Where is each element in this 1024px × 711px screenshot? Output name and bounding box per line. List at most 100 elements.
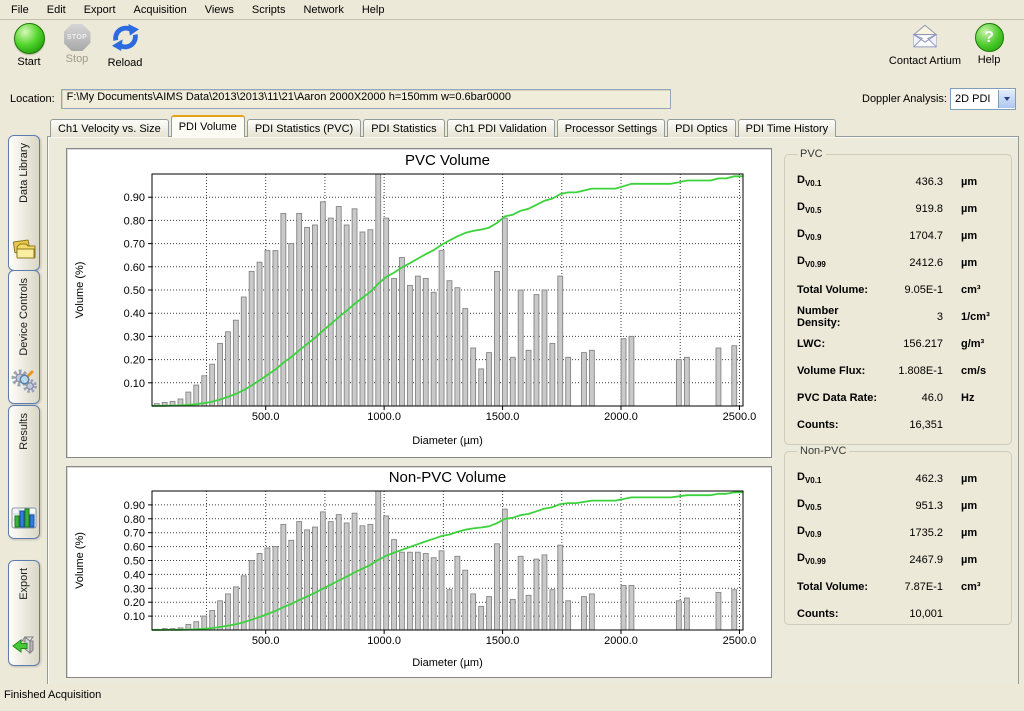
stat-value: 10,001 xyxy=(883,608,955,620)
menu-item-scripts[interactable]: Scripts xyxy=(243,2,295,18)
menu-item-file[interactable]: File xyxy=(2,2,38,18)
stat-label: PVC Data Rate: xyxy=(797,392,883,404)
stat-unit: µm xyxy=(955,500,1001,512)
sidebar-item-label: Data Library xyxy=(18,143,30,203)
svg-text:0.10: 0.10 xyxy=(124,611,145,623)
sidebar-item-data-library[interactable]: Data Library xyxy=(8,135,40,271)
tab-ch1-pdi-validation[interactable]: Ch1 PDI Validation xyxy=(447,119,555,137)
location-field[interactable]: F:\My Documents\AIMS Data\2013\2013\11\2… xyxy=(61,89,671,109)
svg-text:2000.0: 2000.0 xyxy=(604,635,638,647)
nonpvc-stats-title: Non-PVC xyxy=(797,445,849,457)
stat-unit: µm xyxy=(955,527,1001,539)
svg-text:PVC Volume: PVC Volume xyxy=(405,152,490,169)
stat-value: 1704.7 xyxy=(883,230,955,242)
stat-value: 46.0 xyxy=(883,392,955,404)
start-button[interactable]: Start xyxy=(6,23,52,68)
svg-text:0.50: 0.50 xyxy=(124,285,145,297)
svg-text:0.40: 0.40 xyxy=(124,308,145,320)
sidebar-item-device-controls[interactable]: Device Controls xyxy=(8,270,40,404)
menu-item-help[interactable]: Help xyxy=(353,2,394,18)
reload-button[interactable]: Reload xyxy=(102,23,148,69)
tab-pdi-volume[interactable]: PDI Volume xyxy=(171,115,245,137)
stat-label: Counts: xyxy=(797,608,883,620)
stat-label: DV0.99 xyxy=(797,255,883,269)
sidebar-item-results[interactable]: Results xyxy=(8,405,40,539)
doppler-analysis-label: Doppler Analysis: xyxy=(862,93,947,105)
svg-text:2500.0: 2500.0 xyxy=(723,411,757,423)
stat-label: DV0.9 xyxy=(797,228,883,242)
stat-unit: µm xyxy=(955,230,1001,242)
svg-text:1000.0: 1000.0 xyxy=(367,635,401,647)
tab-pdi-statistics-pvc[interactable]: PDI Statistics (PVC) xyxy=(247,119,361,137)
doppler-analysis-select[interactable]: 2D PDI xyxy=(950,88,1016,110)
stat-value: 3 xyxy=(883,311,955,323)
help-icon: ? xyxy=(975,23,1004,52)
stat-unit: µm xyxy=(955,176,1001,188)
location-value: F:\My Documents\AIMS Data\2013\2013\11\2… xyxy=(67,91,511,103)
stat-label: DV0.9 xyxy=(797,525,883,539)
svg-text:0.70: 0.70 xyxy=(124,528,145,540)
nonpvc-stat-row-counts: Counts:10,001 xyxy=(797,600,1001,627)
pvc-stat-row-dv0-5: DV0.5919.8µm xyxy=(797,195,1001,222)
stat-unit: g/m³ xyxy=(955,338,1001,350)
svg-text:Volume (%): Volume (%) xyxy=(74,532,86,589)
tab-strip: Ch1 Velocity vs. SizePDI VolumePDI Stati… xyxy=(47,112,1019,136)
svg-text:0.50: 0.50 xyxy=(124,556,145,568)
stat-value: 9.05E-1 xyxy=(883,284,955,296)
gears-icon xyxy=(11,369,37,398)
svg-text:2000.0: 2000.0 xyxy=(604,411,638,423)
sidebar: Data Library Device Controls Results Export xyxy=(0,112,47,689)
contact-artium-button[interactable]: Contact Artium xyxy=(886,23,964,67)
svg-text:Diameter (µm): Diameter (µm) xyxy=(412,657,483,669)
tab-pdi-time-history[interactable]: PDI Time History xyxy=(738,119,837,137)
content-area: Ch1 Velocity vs. SizePDI VolumePDI Stati… xyxy=(47,112,1019,689)
menu-item-acquisition[interactable]: Acquisition xyxy=(125,2,196,18)
menu-item-views[interactable]: Views xyxy=(196,2,243,18)
svg-text:500.0: 500.0 xyxy=(252,635,280,647)
reload-button-label: Reload xyxy=(108,57,143,69)
stop-icon: STOP xyxy=(64,24,91,51)
sidebar-item-label: Results xyxy=(18,413,30,450)
svg-text:Volume (%): Volume (%) xyxy=(74,262,86,319)
menu-item-export[interactable]: Export xyxy=(75,2,125,18)
stat-label: Total Volume: xyxy=(797,284,883,296)
stat-label: Volume Flux: xyxy=(797,365,883,377)
pvc-stats-group: PVC DV0.1436.3µmDV0.5919.8µmDV0.91704.7µ… xyxy=(784,148,1012,445)
stat-value: 16,351 xyxy=(883,419,955,431)
start-icon xyxy=(14,23,45,54)
stat-label: DV0.99 xyxy=(797,552,883,566)
pvc-stat-row-counts: Counts:16,351 xyxy=(797,411,1001,438)
svg-text:0.20: 0.20 xyxy=(124,355,145,367)
start-button-label: Start xyxy=(17,56,40,68)
stat-value: 2412.6 xyxy=(883,257,955,269)
menu-bar: FileEditExportAcquisitionViewsScriptsNet… xyxy=(0,0,1024,20)
svg-text:2500.0: 2500.0 xyxy=(723,635,757,647)
svg-text:0.60: 0.60 xyxy=(124,262,145,274)
sidebar-item-export[interactable]: Export xyxy=(8,560,40,666)
svg-text:0.90: 0.90 xyxy=(124,500,145,512)
envelope-icon xyxy=(909,23,941,53)
stat-unit: 1/cm³ xyxy=(955,311,1001,323)
stats-column: PVC DV0.1436.3µmDV0.5919.8µmDV0.91704.7µ… xyxy=(784,148,1012,680)
pdi-volume-page: 0.100.200.300.400.500.600.700.800.90500.… xyxy=(47,136,1019,689)
menu-item-network[interactable]: Network xyxy=(294,2,352,18)
stat-value: 951.3 xyxy=(883,500,955,512)
reload-icon xyxy=(111,23,140,55)
menu-item-edit[interactable]: Edit xyxy=(38,2,75,18)
sidebar-item-label: Export xyxy=(18,568,30,600)
help-button[interactable]: ? Help xyxy=(966,23,1012,66)
stop-button[interactable]: STOP Stop xyxy=(54,23,100,65)
doppler-analysis-value: 2D PDI xyxy=(951,93,998,105)
tab-pdi-statistics[interactable]: PDI Statistics xyxy=(363,119,444,137)
stat-label: Counts: xyxy=(797,419,883,431)
tab-ch1-velocity-vs-size[interactable]: Ch1 Velocity vs. Size xyxy=(50,119,169,137)
pvc-stat-row-number-density: Number Density:31/cm³ xyxy=(797,303,1001,330)
stat-value: 919.8 xyxy=(883,203,955,215)
chevron-down-icon[interactable] xyxy=(998,90,1015,108)
svg-text:0.30: 0.30 xyxy=(124,583,145,595)
tab-processor-settings[interactable]: Processor Settings xyxy=(557,119,665,137)
pvc-stats-title: PVC xyxy=(797,148,826,160)
stat-unit: µm xyxy=(955,203,1001,215)
tab-pdi-optics[interactable]: PDI Optics xyxy=(667,119,736,137)
svg-text:1500.0: 1500.0 xyxy=(486,411,520,423)
